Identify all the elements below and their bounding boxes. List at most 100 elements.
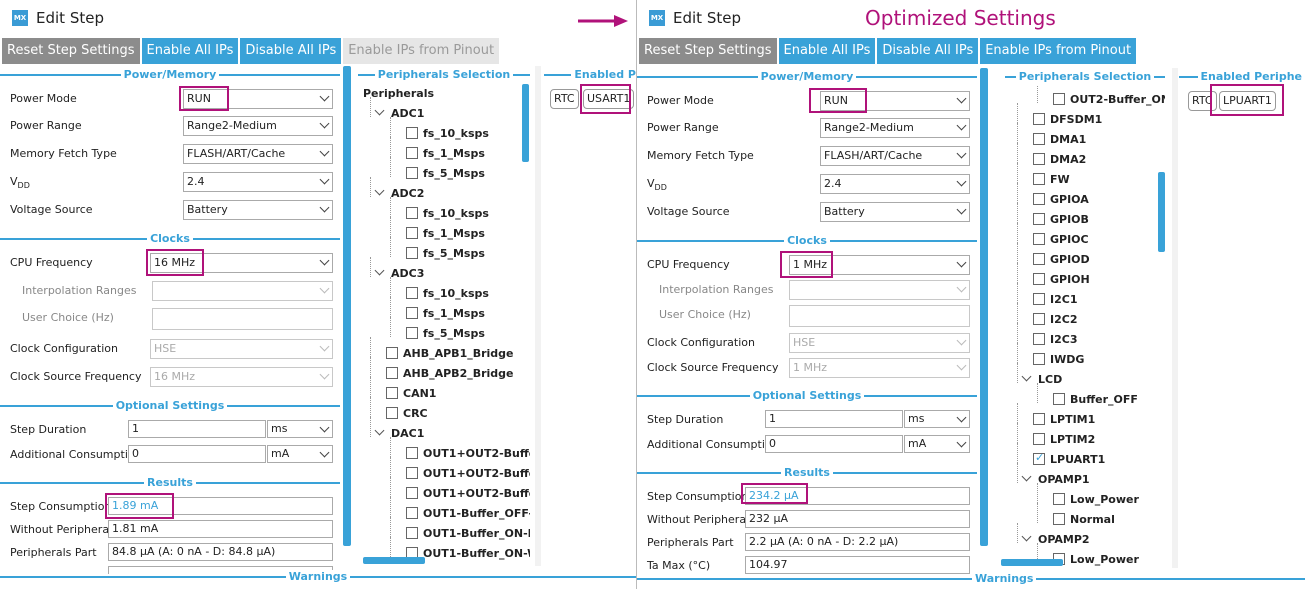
tree-checkbox-item[interactable]: CAN1 — [386, 387, 436, 400]
checkbox[interactable] — [386, 387, 398, 399]
step-duration-unit-select[interactable]: ms — [267, 420, 333, 438]
chevron-down-icon[interactable] — [374, 105, 385, 116]
checkbox[interactable] — [406, 507, 418, 519]
additional-consumption-unit-select[interactable]: mA — [904, 435, 970, 453]
user-choice-input[interactable] — [789, 305, 970, 327]
peripherals-scrollbar[interactable] — [1158, 172, 1165, 252]
tree-checkbox-item[interactable]: DMA1 — [1033, 133, 1086, 146]
tree-group-opamp1[interactable]: OPAMP1 — [1021, 471, 1090, 486]
memory-fetch-select[interactable]: FLASH/ART/Cache — [183, 144, 333, 164]
tree-group-adc1[interactable]: ADC1 — [374, 105, 424, 120]
interpolation-select[interactable] — [152, 281, 333, 301]
tree-checkbox-item[interactable]: fs_10_ksps — [406, 287, 489, 300]
tree-checkbox-item[interactable]: fs_10_ksps — [406, 127, 489, 140]
checkbox[interactable] — [406, 467, 418, 479]
clock-source-freq-select[interactable]: 16 MHz — [150, 367, 333, 387]
checkbox[interactable] — [1033, 433, 1045, 445]
vdd-select[interactable]: 2.4 — [183, 172, 333, 192]
checkbox[interactable] — [406, 307, 418, 319]
tree-checkbox-item[interactable]: OUT1+OUT2-Buffer — [406, 487, 530, 500]
enable-ips-from-pinout-button[interactable]: Enable IPs from Pinout — [343, 38, 500, 64]
checkbox[interactable] — [1053, 513, 1065, 525]
checkbox[interactable] — [1033, 451, 1045, 465]
clock-source-freq-select[interactable]: 1 MHz — [789, 358, 970, 378]
tree-group-adc2[interactable]: ADC2 — [374, 185, 424, 200]
tree-checkbox-item[interactable]: CRC — [386, 407, 428, 420]
checkbox[interactable] — [1033, 173, 1045, 185]
checkbox[interactable] — [1033, 353, 1045, 365]
tree-checkbox-item[interactable]: fs_1_Msps — [406, 147, 485, 160]
tree-checkbox-item[interactable]: OUT1+OUT2-Buffer — [406, 447, 530, 460]
enable-ips-from-pinout-button[interactable]: Enable IPs from Pinout — [980, 38, 1137, 64]
tree-checkbox-item[interactable]: fs_5_Msps — [406, 327, 485, 340]
tree-group-opamp2[interactable]: OPAMP2 — [1021, 531, 1090, 546]
tree-checkbox-item[interactable]: OUT1-Buffer_OFF- — [406, 507, 530, 520]
peripherals-hscrollbar[interactable] — [1001, 559, 1063, 566]
checkbox[interactable] — [1033, 153, 1045, 165]
tree-group-dac1[interactable]: DAC1 — [374, 425, 424, 440]
checkbox[interactable] — [1053, 493, 1065, 505]
step-duration-input[interactable]: 1 — [765, 410, 903, 428]
tree-checkbox-item[interactable]: LPTIM1 — [1033, 413, 1095, 426]
tree-checkbox-item[interactable]: DMA2 — [1033, 153, 1086, 166]
tree-checkbox-item[interactable]: Low_Power — [1053, 553, 1139, 566]
checkbox[interactable] — [1033, 273, 1045, 285]
chevron-down-icon[interactable] — [1021, 531, 1032, 542]
additional-consumption-input[interactable]: 0 — [765, 435, 903, 453]
memory-fetch-select[interactable]: FLASH/ART/Cache — [820, 146, 970, 166]
checkbox[interactable] — [1033, 133, 1045, 145]
tree-checkbox-item[interactable]: Normal — [1053, 513, 1115, 526]
peripherals-scrollbar[interactable] — [522, 84, 529, 162]
tree-checkbox-item[interactable]: OUT1-Buffer_ON-M — [406, 527, 530, 540]
disable-all-ips-button[interactable]: Disable All IPs — [240, 38, 342, 64]
enabled-tag-rtc[interactable]: RTC — [550, 89, 579, 109]
checkbox[interactable] — [386, 347, 398, 359]
tree-checkbox-item[interactable]: fs_5_Msps — [406, 167, 485, 180]
checkbox[interactable] — [406, 287, 418, 299]
voltage-source-select[interactable]: Battery — [183, 200, 333, 220]
checkbox[interactable] — [406, 167, 418, 179]
vdd-select[interactable]: 2.4 — [820, 174, 970, 194]
enable-all-ips-button[interactable]: Enable All IPs — [141, 38, 239, 64]
interpolation-select[interactable] — [789, 280, 970, 300]
checkbox[interactable] — [406, 227, 418, 239]
tree-group-lcd[interactable]: LCD — [1021, 371, 1062, 386]
power-range-select[interactable]: Range2-Medium — [820, 118, 970, 138]
checkbox[interactable] — [386, 367, 398, 379]
checkbox[interactable] — [1033, 253, 1045, 265]
checkbox[interactable] — [386, 407, 398, 419]
checkbox[interactable] — [406, 127, 418, 139]
tree-checkbox-item[interactable]: AHB_APB2_Bridge — [386, 367, 514, 380]
tree-checkbox-item[interactable]: AHB_APB1_Bridge — [386, 347, 514, 360]
enable-all-ips-button[interactable]: Enable All IPs — [778, 38, 876, 64]
chevron-down-icon[interactable] — [374, 425, 385, 436]
settings-scrollbar[interactable] — [343, 66, 351, 546]
checkbox[interactable] — [1033, 233, 1045, 245]
checkbox[interactable] — [406, 447, 418, 459]
chevron-down-icon[interactable] — [1021, 471, 1032, 482]
settings-scrollbar[interactable] — [980, 68, 988, 546]
tree-checkbox-item[interactable]: fs_1_Msps — [406, 227, 485, 240]
disable-all-ips-button[interactable]: Disable All IPs — [877, 38, 979, 64]
tree-checkbox-item[interactable]: FW — [1033, 173, 1070, 186]
clock-config-select[interactable]: HSE — [789, 333, 970, 353]
step-duration-unit-select[interactable]: ms — [904, 410, 970, 428]
checkbox[interactable] — [406, 327, 418, 339]
additional-consumption-unit-select[interactable]: mA — [267, 445, 333, 463]
tree-checkbox-item[interactable]: I2C3 — [1033, 333, 1077, 346]
checkbox[interactable] — [1033, 313, 1045, 325]
checkbox[interactable] — [406, 247, 418, 259]
tree-checkbox-item[interactable]: OUT2-Buffer_ON-W — [1053, 93, 1165, 106]
checkbox[interactable] — [1033, 113, 1045, 125]
checkbox[interactable] — [1033, 413, 1045, 425]
checkbox[interactable] — [1033, 333, 1045, 345]
tree-checkbox-item[interactable]: GPIOD — [1033, 253, 1090, 266]
tree-checkbox-item[interactable]: Buffer_OFF — [1053, 393, 1138, 406]
voltage-source-select[interactable]: Battery — [820, 202, 970, 222]
checkbox[interactable] — [406, 147, 418, 159]
tree-checkbox-item[interactable]: fs_10_ksps — [406, 207, 489, 220]
chevron-down-icon[interactable] — [374, 185, 385, 196]
chevron-down-icon[interactable] — [374, 265, 385, 276]
checkbox[interactable] — [1053, 393, 1065, 405]
tree-checkbox-item[interactable]: fs_1_Msps — [406, 307, 485, 320]
